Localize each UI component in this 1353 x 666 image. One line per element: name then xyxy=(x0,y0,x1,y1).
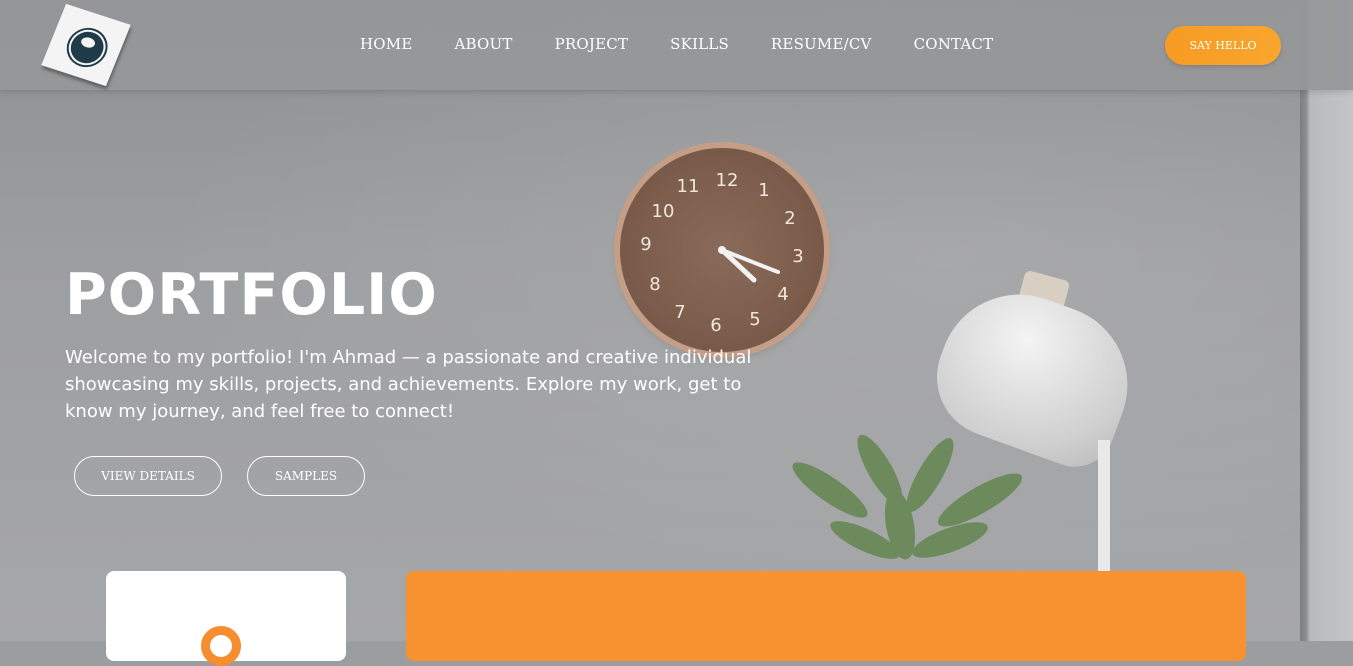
lamp-arm xyxy=(1098,440,1110,580)
say-hello-button[interactable]: SAY HELLO xyxy=(1165,26,1281,65)
hero-title: PORTFOLIO xyxy=(65,262,438,328)
nav-menu: HOME ABOUT PROJECT SKILLS RESUME/CV CONT… xyxy=(360,35,1035,53)
nav-about-link[interactable]: ABOUT xyxy=(455,35,513,53)
nav-skills-link[interactable]: SKILLS xyxy=(670,35,729,53)
svg-text:7: 7 xyxy=(674,302,685,323)
svg-text:10: 10 xyxy=(652,201,675,222)
hero-description: Welcome to my portfolio! I'm Ahmad — a p… xyxy=(65,347,752,422)
svg-text:11: 11 xyxy=(677,176,700,197)
clock-face-icon: 12 1 2 3 4 5 6 7 8 9 10 11 xyxy=(640,170,803,336)
svg-text:4: 4 xyxy=(777,284,788,305)
logo-mark-icon xyxy=(63,25,112,70)
wall-edge xyxy=(1300,0,1353,641)
nav-project-link[interactable]: PROJECT xyxy=(555,35,629,53)
nav-resume-link[interactable]: RESUME/CV xyxy=(771,35,872,53)
svg-text:2: 2 xyxy=(784,208,795,229)
nav-home-link[interactable]: HOME xyxy=(360,35,413,53)
navbar: HOME ABOUT PROJECT SKILLS RESUME/CV CONT… xyxy=(0,0,1353,90)
svg-text:5: 5 xyxy=(749,309,760,330)
profile-card xyxy=(106,571,346,666)
samples-button[interactable]: SAMPLES xyxy=(247,456,365,496)
logo-icon[interactable] xyxy=(41,3,131,87)
wall-clock-image: 12 1 2 3 4 5 6 7 8 9 10 11 xyxy=(620,148,824,352)
svg-text:12: 12 xyxy=(716,170,739,191)
svg-text:1: 1 xyxy=(758,180,769,201)
svg-text:9: 9 xyxy=(640,234,651,255)
nav-contact-link[interactable]: CONTACT xyxy=(914,35,994,53)
svg-text:3: 3 xyxy=(792,246,803,267)
plant-image xyxy=(792,434,1023,560)
svg-text:6: 6 xyxy=(710,315,721,336)
view-details-button[interactable]: VIEW DETAILS xyxy=(74,456,222,496)
orange-info-panel xyxy=(406,571,1246,661)
svg-text:8: 8 xyxy=(649,274,660,295)
user-icon xyxy=(201,626,241,666)
